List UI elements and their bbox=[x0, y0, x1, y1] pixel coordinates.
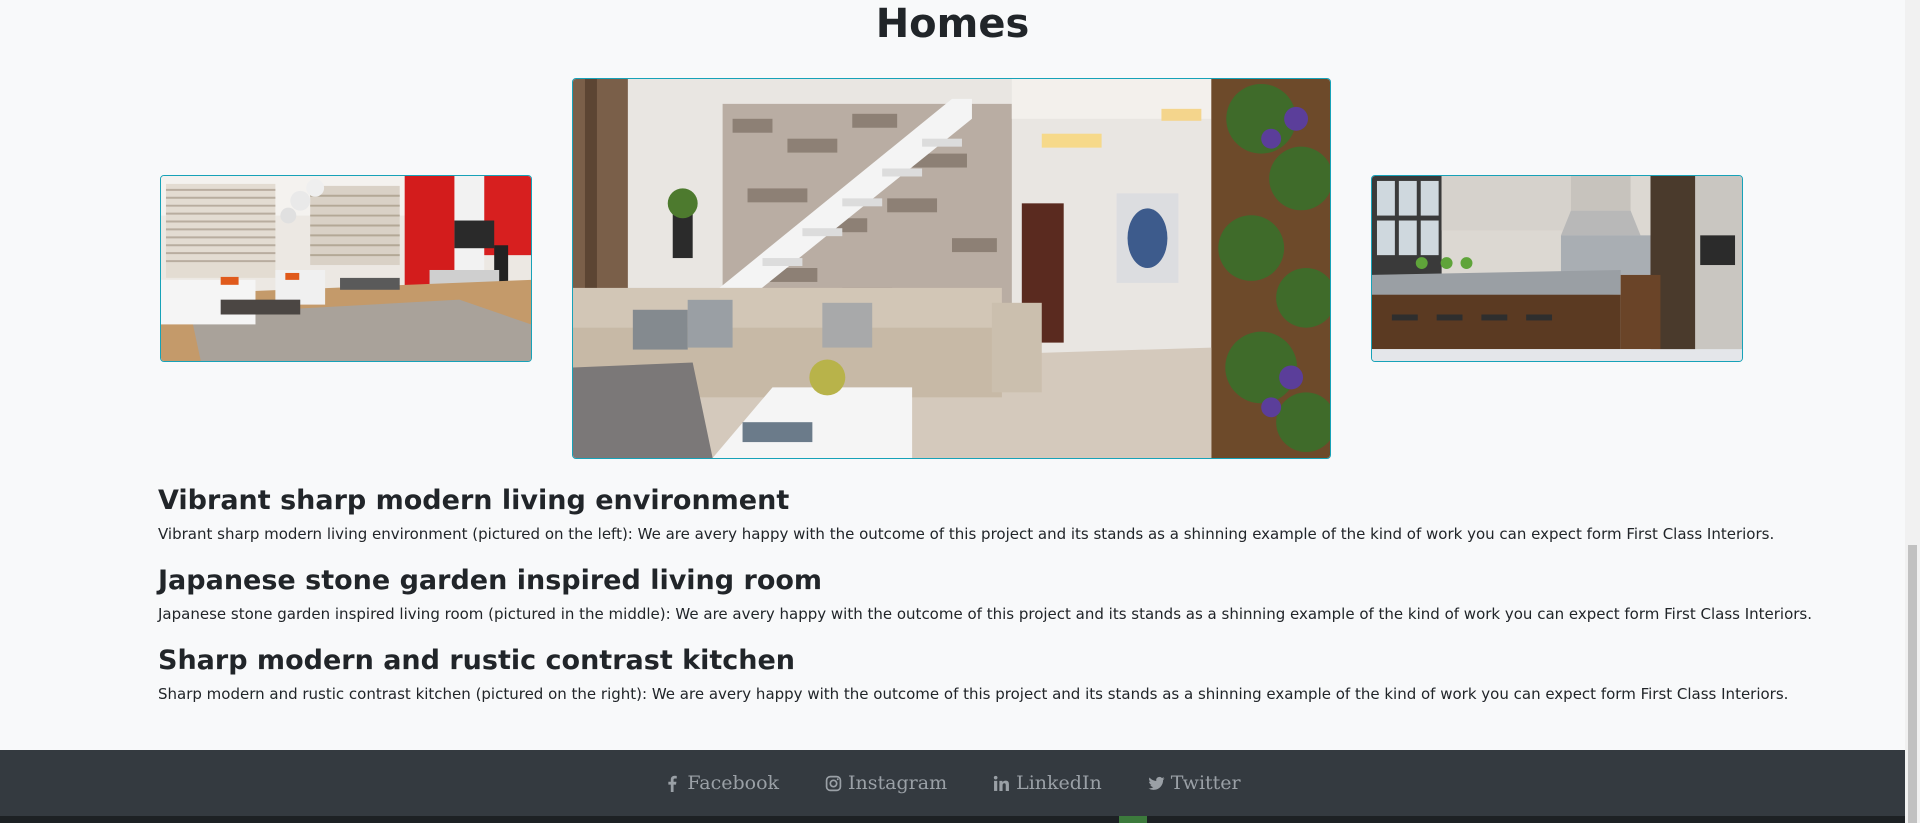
project-text: Vibrant sharp modern living environment … bbox=[158, 525, 1775, 543]
facebook-link[interactable]: Facebook bbox=[664, 772, 779, 794]
twitter-link[interactable]: Twitter bbox=[1148, 772, 1241, 794]
linkedin-icon bbox=[993, 775, 1010, 791]
project-title: Sharp modern and rustic contrast kitchen bbox=[158, 645, 796, 676]
project-text: Sharp modern and rustic contrast kitchen… bbox=[158, 685, 1789, 703]
gallery-image-middle[interactable] bbox=[572, 78, 1331, 459]
linkedin-label: LinkedIn bbox=[1016, 772, 1102, 794]
instagram-label: Instagram bbox=[848, 772, 948, 794]
instagram-icon bbox=[825, 775, 842, 791]
project-item: Vibrant sharp modern living environment … bbox=[158, 484, 1778, 544]
twitter-icon bbox=[1148, 776, 1165, 790]
living-room-photo bbox=[161, 176, 531, 361]
stone-garden-living-room-photo bbox=[573, 79, 1330, 458]
project-item: Japanese stone garden inspired living ro… bbox=[158, 564, 1813, 624]
project-item: Sharp modern and rustic contrast kitchen… bbox=[158, 644, 1789, 704]
linkedin-link[interactable]: LinkedIn bbox=[993, 772, 1102, 794]
scrollbar-thumb[interactable] bbox=[1908, 545, 1917, 823]
page: Homes Vibrant sharp modern living enviro… bbox=[0, 0, 1905, 823]
project-descriptions: Vibrant sharp modern living environment … bbox=[158, 484, 1813, 704]
instagram-link[interactable]: Instagram bbox=[825, 772, 947, 794]
project-title: Vibrant sharp modern living environment bbox=[158, 485, 790, 516]
gallery-image-left[interactable] bbox=[160, 175, 532, 362]
facebook-icon bbox=[668, 775, 678, 792]
page-title: Homes bbox=[875, 1, 1030, 47]
kitchen-photo bbox=[1372, 176, 1742, 361]
twitter-label: Twitter bbox=[1170, 772, 1241, 794]
footer: Facebook Instagram LinkedIn Twitter bbox=[0, 750, 1905, 823]
social-links: Facebook Instagram LinkedIn Twitter bbox=[0, 772, 1905, 794]
page-scrollbar[interactable] bbox=[1905, 0, 1920, 823]
facebook-label: Facebook bbox=[687, 772, 780, 794]
gallery-image-right[interactable] bbox=[1371, 175, 1743, 362]
footer-bottom-strip bbox=[0, 816, 1905, 823]
project-text: Japanese stone garden inspired living ro… bbox=[158, 605, 1813, 623]
project-title: Japanese stone garden inspired living ro… bbox=[158, 565, 823, 596]
